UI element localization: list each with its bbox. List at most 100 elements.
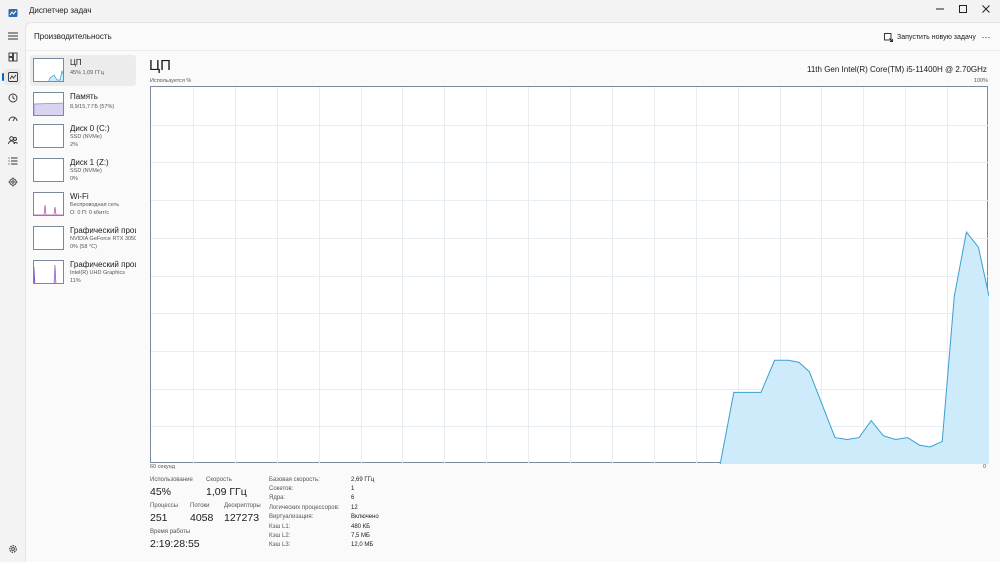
threads-label: Потоки [190,503,210,509]
device-throughput: О: 0 П: 0 кбит/с [70,210,110,216]
disk0-thumbnail-graph [33,124,64,148]
device-name: ЦП [70,58,82,67]
device-detail: 45% 1,09 ГГц [70,70,104,76]
maximize-icon [959,5,967,13]
uptime-value: 2:19:28:55 [150,538,200,550]
nav-details[interactable] [4,153,21,169]
spec-logical-processors-value: 12 [351,505,358,511]
header-divider [26,50,1000,51]
users-icon [7,136,18,145]
minimize-icon [936,8,944,10]
spec-cores-key: Ядра: [269,495,286,501]
startup-apps-icon [8,116,17,122]
spec-virtualization-key: Виртуализация: [269,514,314,520]
hamburger-icon [7,32,18,40]
nav-processes[interactable] [4,49,21,65]
nav-rail [0,22,25,562]
app-history-icon [8,93,17,103]
details-icon [8,157,17,165]
device-usage: 0% [70,176,78,182]
processes-icon [8,52,17,62]
wifi-thumbnail-graph [33,192,64,216]
spec-cores-value: 6 [351,495,355,501]
speed-label: Скорость [206,477,232,483]
max-axis-label: 100% [974,78,989,84]
spec-l2-cache-value: 7,5 МБ [351,533,370,539]
processes-value: 251 [150,512,168,524]
memory-thumbnail-graph [33,92,64,116]
device-detail: Беспроводная сеть [70,202,120,208]
device-detail: Intel(R) UHD Graphics [70,270,126,276]
device-usage: 2% [70,142,78,148]
device-detail: SSD (NVMe) [70,134,102,140]
close-icon [982,5,990,13]
nav-users[interactable] [4,132,21,148]
spec-base-speed-value: 2,69 ГГц [351,477,375,483]
nav-menu-button[interactable] [4,28,21,44]
device-item-memory[interactable]: Память 8,9/15,7 ГБ (57%) [30,89,136,120]
device-name: Графический процессор 1 [70,260,136,269]
run-new-task-button[interactable]: Запустить новую задачу [884,30,976,44]
task-manager-app-icon [8,5,18,17]
spec-virtualization-value: Включено [351,514,379,520]
window-title: Диспетчер задач [29,6,92,15]
device-item-disk-0[interactable]: Диск 0 (C:) SSD (NVMe) 2% [30,121,136,152]
handles-label: Дескрипторы [224,503,261,509]
nav-startup-apps[interactable] [4,111,21,127]
more-options-button[interactable]: ··· [979,30,993,44]
cpu-usage-graph-canvas [151,87,989,464]
spec-l3-cache-key: Кэш L3: [269,542,291,548]
device-detail: SSD (NVMe) [70,168,102,174]
nav-performance[interactable] [2,69,21,85]
usage-label: Использование [150,477,193,483]
device-usage: 0% (58 °C) [70,244,97,250]
device-name: Диск 0 (C:) [70,124,110,133]
spec-l1-cache-key: Кэш L1: [269,524,291,530]
min-axis-label: 0 [983,464,987,470]
device-name: Wi-Fi [70,192,89,201]
spec-base-speed-key: Базовая скорость: [269,477,320,483]
spec-l1-cache-value: 480 КБ [351,524,371,530]
threads-value: 4058 [190,512,214,524]
nav-app-history[interactable] [4,90,21,106]
device-item-gpu-1[interactable]: Графический процессор 1 Intel(R) UHD Gra… [30,257,136,288]
device-item-disk-1[interactable]: Диск 1 (Z:) SSD (NVMe) 0% [30,155,136,186]
performance-icon [7,72,18,82]
cpu-thumbnail-graph [33,58,64,82]
device-name: Диск 1 (Z:) [70,158,109,167]
run-task-icon [884,32,893,42]
page-title: Производительность [34,32,112,41]
device-item-cpu[interactable]: ЦП 45% 1,09 ГГц [30,55,136,86]
nav-settings[interactable] [4,541,21,557]
device-name: Графический процессор 0 [70,226,136,235]
device-name: Память [70,92,98,101]
cpu-heading: ЦП [149,57,171,74]
device-usage: 11% [70,278,81,284]
time-axis-label: 60 секунд [150,464,175,470]
device-item-wifi[interactable]: Wi-Fi Беспроводная сеть О: 0 П: 0 кбит/с [30,189,136,220]
uptime-label: Время работы [150,529,191,535]
handles-value: 127273 [224,512,260,524]
spec-l2-cache-key: Кэш L2: [269,533,291,539]
spec-l3-cache-value: 12,0 МБ [351,542,374,548]
spec-sockets-value: 1 [351,486,355,492]
cpu-usage-area [720,232,989,464]
run-new-task-label: Запустить новую задачу [897,33,976,41]
gpu1-thumbnail-graph [33,260,64,284]
services-icon [8,177,17,187]
device-detail: 8,9/15,7 ГБ (57%) [70,104,115,110]
nav-services[interactable] [4,174,21,190]
graph-gridlines [151,87,989,464]
disk1-thumbnail-graph [33,158,64,182]
cpu-usage-graph [150,86,989,464]
cpu-model-name: 11th Gen Intel(R) Core(TM) i5-11400H @ 2… [807,65,987,74]
content-pane: Производительность Запустить новую задач… [25,22,1000,562]
device-detail: NVIDIA GeForce RTX 3050 [70,236,136,242]
speed-value: 1,09 ГГц [206,486,247,498]
usage-axis-label: Используется % [150,78,192,84]
gpu0-thumbnail-graph [33,226,64,250]
device-item-gpu-0[interactable]: Графический процессор 0 NVIDIA GeForce R… [30,223,136,254]
title-bar: Диспетчер задач [0,0,1000,22]
spec-logical-processors-key: Логических процессоров: [269,505,340,511]
close-button[interactable] [971,0,1000,18]
